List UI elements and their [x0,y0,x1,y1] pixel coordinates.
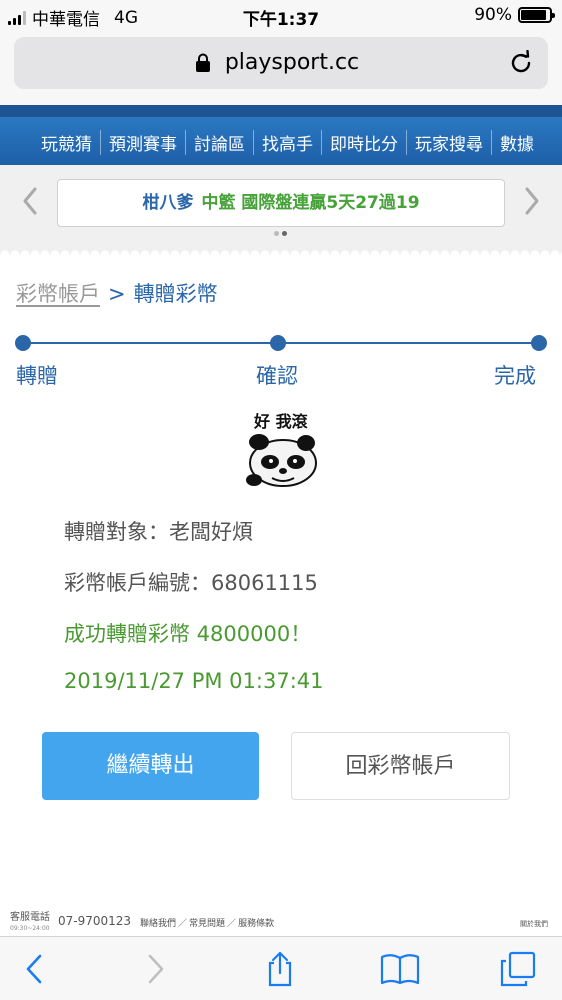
meme-caption: 好 我滾 [254,412,308,431]
breadcrumb-parent-link[interactable]: 彩幣帳戶 [16,282,100,306]
carousel-dots [274,231,287,236]
battery-percent: 90% [474,5,512,25]
timestamp-text: 2019/11/27 PM 01:37:41 [64,669,324,693]
account-number-text: 彩幣帳戶編號：68061115 [64,571,318,595]
battery-icon [518,7,555,23]
ticker-user: 柑八爹 [142,193,194,213]
back-to-account-button[interactable]: 回彩幣帳戶 [291,732,510,800]
panda-face-icon [246,434,317,487]
chevron-left-icon[interactable] [20,185,40,217]
ticker-text: 中籃 國際盤連贏5天27過19 [201,193,420,213]
url-text[interactable]: playsport.cc [14,50,548,75]
footer-link-contact[interactable]: 聯絡我們 [140,919,176,929]
browser-toolbar [0,936,562,1000]
address-bar[interactable]: playsport.cc [14,37,548,89]
step-label-done: 完成 [494,364,536,388]
bookmarks-icon[interactable] [380,951,420,987]
share-icon[interactable] [262,951,298,987]
step-dot [270,335,286,351]
page-footer: 客服電話 09:30~24:00 07-9700123 聯絡我們／常見問題／服務… [10,912,548,932]
forward-icon[interactable] [138,951,174,987]
recipient-text: 轉贈對象：老闆好煩 [64,520,253,544]
service-phone[interactable]: 07-9700123 [58,914,131,928]
step-label-transfer: 轉贈 [16,364,58,388]
service-hours: 09:30~24:00 [10,925,50,932]
back-icon[interactable] [16,951,52,987]
footer-link-faq[interactable]: 常見問題 [189,919,225,929]
step-label-confirm: 確認 [256,364,298,388]
news-ticker: 柑八爹 中籃 國際盤連贏5天27過19 [0,165,562,255]
meme-sticker: 好 我滾 [244,404,320,490]
ticker-message[interactable]: 柑八爹 中籃 國際盤連贏5天27過19 [57,179,505,227]
step-dot [531,335,547,351]
status-bar: 中華電信 4G 下午1:37 90% [0,0,562,30]
browser-chrome: playsport.cc [0,30,562,105]
service-label: 客服電話 09:30~24:00 [10,912,50,932]
nav-item[interactable]: 預測賽事 [100,130,185,155]
breadcrumb-current: 轉贈彩幣 [133,282,218,306]
nav-item[interactable]: 即時比分 [321,130,406,155]
tabs-icon[interactable] [500,951,536,987]
continue-transfer-button[interactable]: 繼續轉出 [42,732,259,800]
nav-item[interactable]: 數據 [491,130,542,155]
site-nav: 玩競猜 預測賽事 討論區 找高手 即時比分 玩家搜尋 數據 [0,105,562,165]
breadcrumb-separator: > [108,282,126,306]
success-message: 成功轉贈彩幣 4800000！ [64,622,312,646]
nav-item[interactable]: 玩競猜 [33,130,100,155]
reload-icon[interactable] [508,50,534,76]
breadcrumb: 彩幣帳戶 > 轉贈彩幣 [16,278,218,308]
footer-link-terms[interactable]: 服務條款 [238,919,274,929]
footer-link-about[interactable]: 關於我們 [520,919,548,929]
nav-item[interactable]: 討論區 [185,130,253,155]
nav-item[interactable]: 玩家搜尋 [406,130,491,155]
chevron-right-icon[interactable] [522,185,542,217]
nav-item[interactable]: 找高手 [253,130,321,155]
step-dot [15,335,31,351]
